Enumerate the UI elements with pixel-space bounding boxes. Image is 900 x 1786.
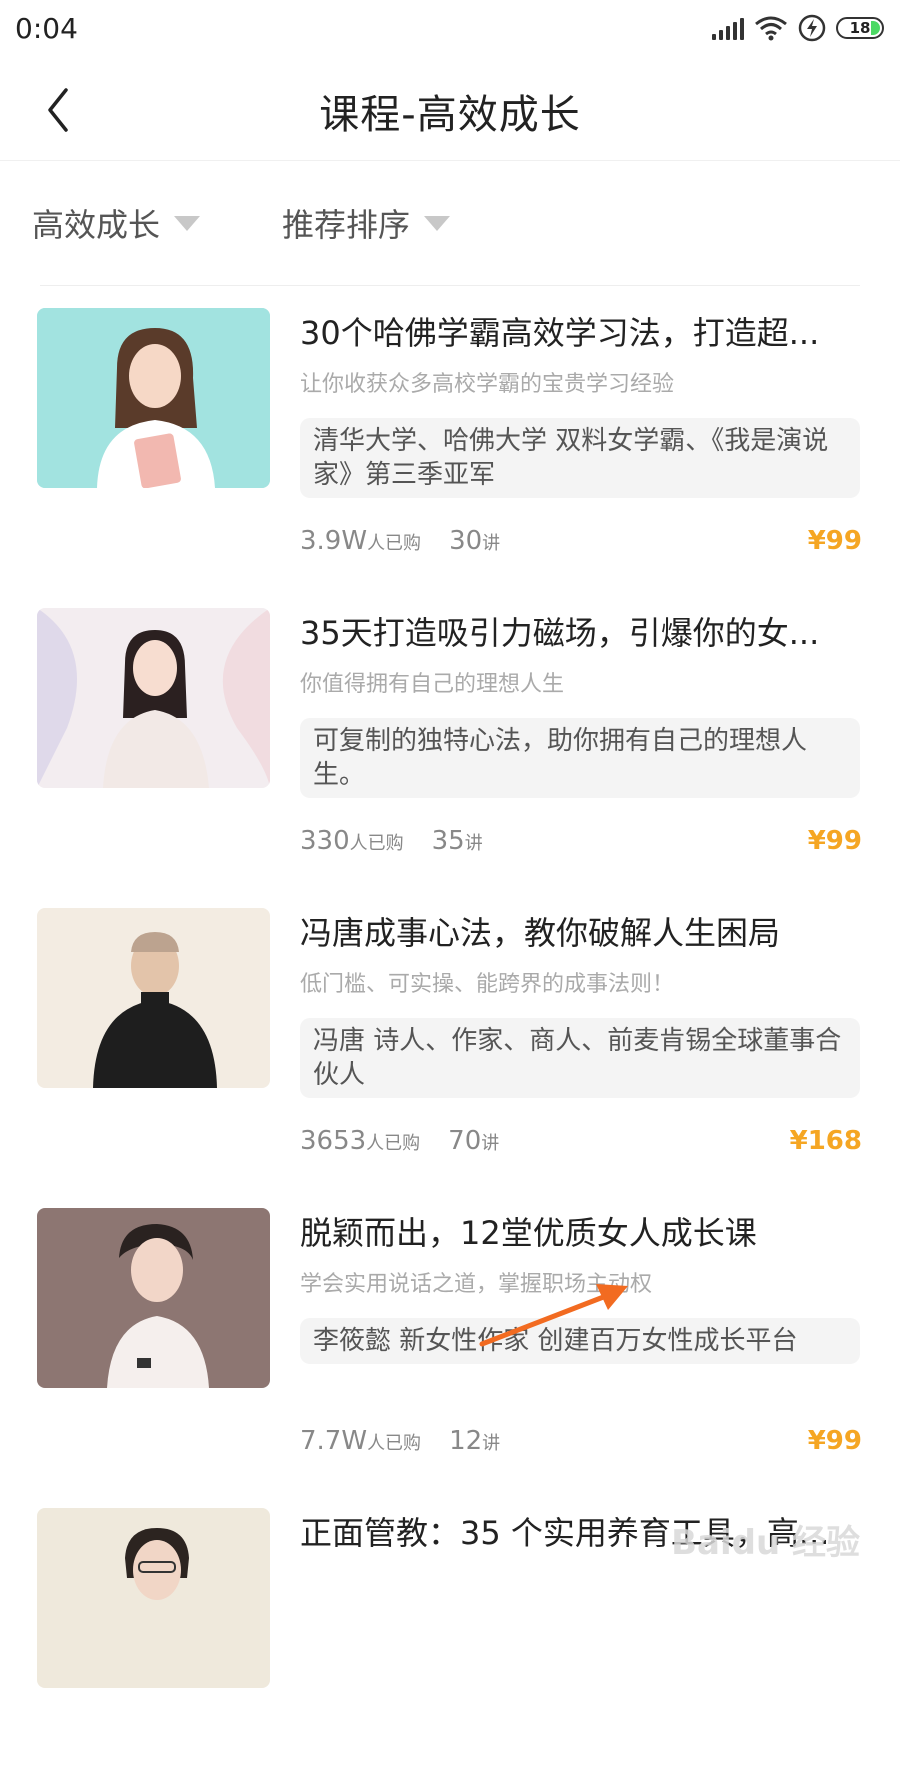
course-subtitle: 让你收获众多高校学霸的宝贵学习经验 — [300, 372, 675, 397]
buyer-count-unit: 人已购 — [367, 1433, 422, 1454]
course-stats: 330人已购 35讲 — [300, 826, 483, 856]
course-intro: 可复制的独特心法，助你拥有自己的理想人生。 — [300, 718, 860, 798]
course-title: 30个哈佛学霸高效学习法，打造超... — [300, 314, 820, 352]
buyer-count: 7.7W — [300, 1426, 368, 1456]
divider — [40, 285, 860, 286]
filter-bar: 高效成长 推荐排序 — [0, 180, 900, 260]
buyer-count: 330 — [300, 826, 350, 856]
course-title: 冯唐成事心法，教你破解人生困局 — [300, 914, 781, 952]
course-card[interactable]: 30个哈佛学霸高效学习法，打造超... 让你收获众多高校学霸的宝贵学习经验 清华… — [0, 306, 900, 586]
buyer-count: 3.9W — [300, 526, 368, 556]
dropdown-triangle-icon — [174, 215, 201, 231]
page-title: 课程-高效成长 — [319, 92, 581, 138]
course-thumbnail — [37, 308, 270, 488]
lecture-count: 12 — [449, 1426, 483, 1456]
buyer-count-unit: 人已购 — [366, 1133, 421, 1154]
buyer-count-unit: 人已购 — [367, 533, 422, 554]
course-title: 脱颖而出，12堂优质女人成长课 — [300, 1214, 757, 1252]
header: 课程-高效成长 — [0, 60, 900, 161]
charging-icon — [798, 14, 826, 42]
signal-icon — [712, 16, 744, 40]
course-intro: 李筱懿 新女性作家 创建百万女性成长平台 — [300, 1318, 860, 1364]
course-price: ¥99 — [807, 526, 862, 556]
course-card[interactable]: 脱颖而出，12堂优质女人成长课 学会实用说话之道，掌握职场主动权 李筱懿 新女性… — [0, 1206, 900, 1486]
sort-filter-label: 推荐排序 — [282, 206, 411, 244]
category-filter-label: 高效成长 — [32, 206, 161, 244]
course-card[interactable]: 35天打造吸引力磁场，引爆你的女... 你值得拥有自己的理想人生 可复制的独特心… — [0, 606, 900, 886]
status-bar: 0:04 18 — [0, 0, 900, 60]
course-stats: 3.9W人已购 30讲 — [300, 526, 500, 556]
course-card[interactable]: 冯唐成事心法，教你破解人生困局 低门槛、可实操、能跨界的成事法则！ 冯唐 诗人、… — [0, 906, 900, 1186]
status-time: 0:04 — [15, 12, 78, 45]
lecture-count-unit: 讲 — [482, 1433, 501, 1454]
course-stats: 3653人已购 70讲 — [300, 1126, 499, 1156]
course-subtitle: 低门槛、可实操、能跨界的成事法则！ — [300, 972, 675, 997]
lecture-count: 70 — [448, 1126, 482, 1156]
course-price: ¥168 — [789, 1126, 862, 1156]
sort-filter[interactable]: 推荐排序 — [282, 200, 451, 246]
course-stats: 7.7W人已购 12讲 — [300, 1426, 500, 1456]
course-thumbnail — [37, 1208, 270, 1388]
buyer-count-unit: 人已购 — [349, 833, 404, 854]
status-icons: 18 — [712, 14, 884, 42]
lecture-count: 30 — [449, 526, 483, 556]
course-thumbnail — [37, 1508, 270, 1688]
dropdown-triangle-icon — [424, 215, 451, 231]
wifi-icon — [755, 16, 787, 41]
category-filter[interactable]: 高效成长 — [32, 200, 201, 246]
course-intro: 冯唐 诗人、作家、商人、前麦肯锡全球董事合伙人 — [300, 1018, 860, 1098]
course-thumbnail — [37, 908, 270, 1088]
battery-icon: 18 — [836, 17, 884, 39]
lecture-count: 35 — [431, 826, 465, 856]
course-intro: 清华大学、哈佛大学 双料女学霸、《我是演说家》第三季亚军 — [300, 418, 860, 498]
course-price: ¥99 — [807, 826, 862, 856]
course-thumbnail — [37, 608, 270, 788]
lecture-count-unit: 讲 — [482, 533, 501, 554]
watermark: Baidu 经验 — [671, 1523, 860, 1563]
buyer-count: 3653 — [300, 1126, 367, 1156]
lecture-count-unit: 讲 — [481, 1133, 500, 1154]
course-title: 35天打造吸引力磁场，引爆你的女... — [300, 614, 820, 652]
course-price: ¥99 — [807, 1426, 862, 1456]
lecture-count-unit: 讲 — [464, 833, 483, 854]
course-subtitle: 学会实用说话之道，掌握职场主动权 — [300, 1272, 653, 1297]
course-subtitle: 你值得拥有自己的理想人生 — [300, 672, 565, 697]
battery-level: 18 — [849, 19, 871, 37]
